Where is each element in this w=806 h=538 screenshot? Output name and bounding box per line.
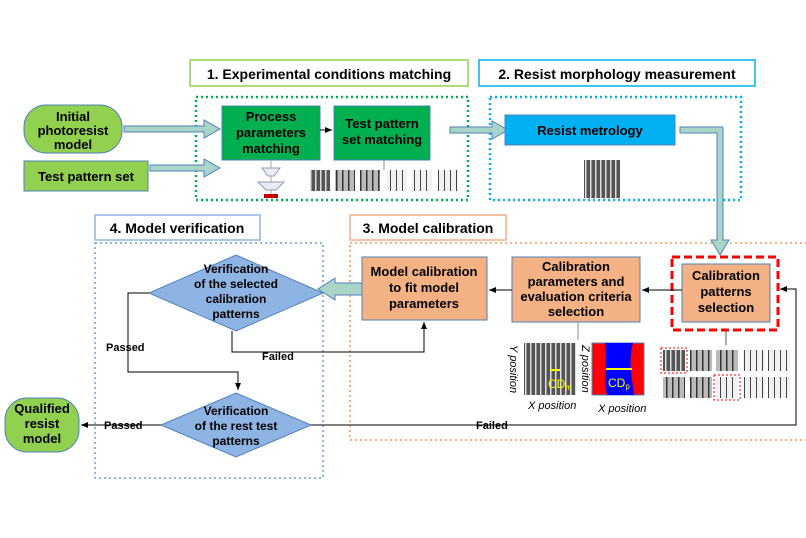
svg-text:Resist metrology: Resist metrology <box>537 123 643 138</box>
test-pattern-set: Test pattern set <box>23 160 149 192</box>
arrow-model-to-process <box>123 119 222 139</box>
section-1-label: 1. Experimental conditions matching <box>207 66 451 82</box>
failed-connector-1 <box>231 322 427 353</box>
x-axis-label-2: X position <box>597 403 646 415</box>
test-pattern-set-matching: Test pattern set matching <box>333 105 431 161</box>
section-2-label: 2. Resist morphology measurement <box>498 66 736 82</box>
sem-image <box>584 160 620 198</box>
passed-label-2: Passed <box>104 420 143 432</box>
svg-text:Test patternset matching: Test pattern set matching <box>342 116 422 147</box>
calibration-parameters-selection: Calibration parameters and evaluation crit… <box>511 256 641 323</box>
arrow-patterns-to-process <box>149 158 222 178</box>
flowchart-canvas: 1. Experimental conditions matching 2. R… <box>4 59 806 479</box>
test-pattern-thumbnails <box>310 170 458 191</box>
y-axis-label: Y position <box>507 345 519 393</box>
cd-profile-image: CDp Z position X position <box>579 342 646 415</box>
qualified-resist-model: Qualified resist model <box>4 397 80 453</box>
z-axis-label: Z position <box>579 344 591 393</box>
section-3-label: 3. Model calibration <box>363 220 494 236</box>
svg-text:Test pattern set: Test pattern set <box>38 169 135 184</box>
svg-text:Calibrationpatternsselection: Calibration patterns selection <box>692 268 760 315</box>
failed-label-1: Failed <box>262 351 294 363</box>
section-3-title: 3. Model calibration <box>349 214 507 241</box>
passed-label-1: Passed <box>106 342 145 354</box>
process-parameters-matching: Process parameters matching <box>221 105 321 161</box>
resist-metrology: Resist metrology <box>504 114 676 146</box>
arrow-to-calibration <box>679 126 730 256</box>
svg-text:Processparametersmatching: Process parameters matching <box>236 109 306 156</box>
arrow-to-metrology <box>449 120 510 140</box>
arrow-to-verify-selected <box>317 277 363 301</box>
calibration-pattern-thumbnails <box>660 347 790 401</box>
flowchart: 1. Experimental conditions matching 2. R… <box>0 0 806 538</box>
cd-measured-image: CDm Y position X position <box>507 343 576 412</box>
x-axis-label-1: X position <box>527 400 576 412</box>
calibration-patterns-selection: Calibration patterns selection <box>681 263 771 323</box>
lithography-system-icon <box>256 160 286 198</box>
verify-rest-patterns: Verification of the rest test patterns <box>159 392 313 458</box>
failed-label-2: Failed <box>476 420 508 432</box>
section-1-title: 1. Experimental conditions matching <box>189 59 469 87</box>
section-2-title: 2. Resist morphology measurement <box>478 59 756 87</box>
section-4-title: 4. Model verification <box>94 214 261 241</box>
section-4-label: 4. Model verification <box>110 220 245 236</box>
model-calibration: Model calibration to fit model parameters <box>361 256 488 321</box>
verify-selected-patterns: Verification of the selected calibration pa… <box>147 254 325 332</box>
initial-photoresist-model: Initial photoresist model <box>23 104 123 154</box>
